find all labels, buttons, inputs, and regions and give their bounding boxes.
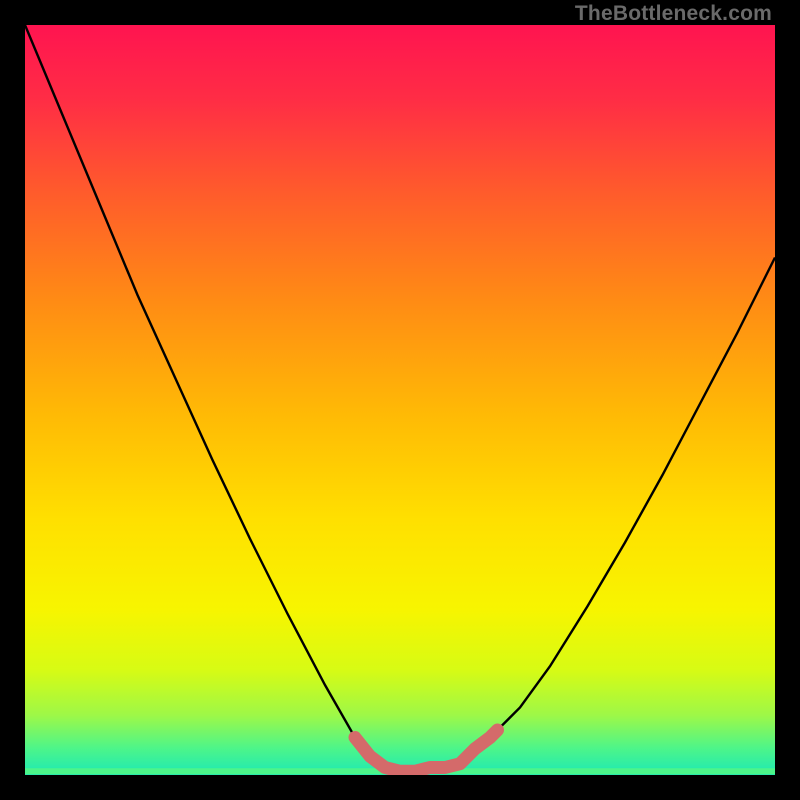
bottleneck-chart: [25, 25, 775, 775]
chart-frame: [25, 25, 775, 775]
attribution-text: TheBottleneck.com: [575, 2, 772, 26]
gradient-background: [25, 25, 775, 775]
